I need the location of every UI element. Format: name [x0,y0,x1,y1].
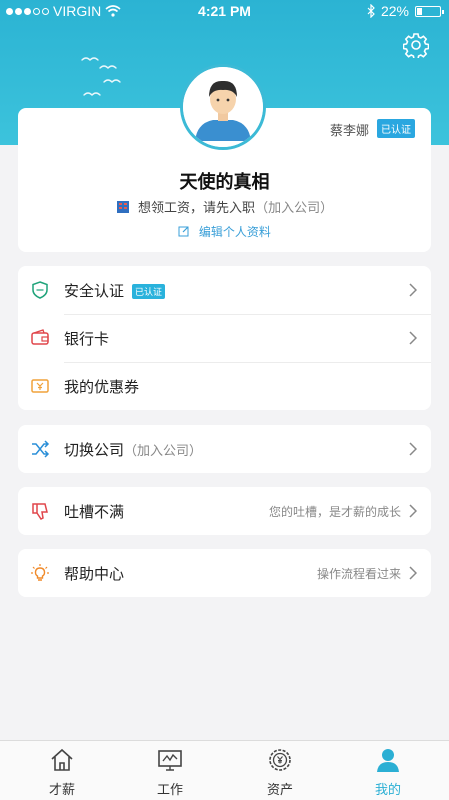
row-bank-card[interactable]: 银行卡 [18,314,431,362]
monitor-icon [158,750,182,771]
bank-card-label: 银行卡 [64,329,110,348]
tab-mine-label: 我的 [374,783,401,798]
thumbs-down-icon [32,503,48,520]
company-group: 切换公司（加入公司） [18,425,431,473]
tab-mine[interactable]: 我的 [332,741,444,800]
switch-company-label: 切换公司 [64,440,125,459]
tab-work-label: 工作 [156,783,183,798]
battery-icon [415,5,444,17]
feedback-group: 吐槽不满 您的吐槽，是才薪的成长 [18,487,431,535]
person-icon [377,749,399,772]
complaints-label: 吐槽不满 [64,502,125,521]
avatar-person-icon [183,67,263,147]
settings-gear-icon[interactable] [403,32,429,58]
building-icon [116,201,129,213]
switch-company-hint: （加入公司） [124,443,203,459]
bottom-tab-bar: 才薪 工作 资产 我的 [0,740,449,800]
tab-assets[interactable]: 资产 [224,741,336,800]
home-icon [51,748,73,771]
edit-profile-label: 编辑个人资料 [198,225,271,239]
edit-profile-button[interactable]: 编辑个人资料 [0,223,449,240]
row-security[interactable]: 安全认证 已认证 [18,266,431,314]
help-group: 帮助中心 操作流程看过来 [18,549,431,597]
chevron-right-icon [409,442,417,456]
shuffle-icon [32,440,50,458]
tab-work[interactable]: 工作 [114,741,226,800]
chevron-right-icon [409,283,417,297]
row-help-center[interactable]: 帮助中心 操作流程看过来 [18,549,431,597]
yuan-gear-icon [269,749,291,771]
coupon-icon [31,379,49,393]
shield-icon [32,281,48,299]
verified-badge: 已认证 [377,119,415,138]
help-center-subtitle: 操作流程看过来 [316,566,401,581]
account-group: 安全认证 已认证 银行卡 我的优惠券 [18,266,431,410]
lightbulb-icon [31,564,49,581]
chevron-right-icon [409,504,417,518]
nickname: 天使的真相 [179,172,270,193]
avatar[interactable] [180,64,266,150]
edit-icon [178,226,189,237]
bluetooth-icon [367,4,375,18]
real-name: 蔡李娜 [329,124,369,139]
status-bar: VIRGIN 4:21 PM 22% [0,0,449,24]
row-coupons[interactable]: 我的优惠券 [18,362,431,410]
chevron-right-icon [409,331,417,345]
tab-caixin-label: 才薪 [48,783,75,798]
battery-percent: 22% [380,3,409,19]
tab-assets-label: 资产 [266,783,293,798]
row-switch-company[interactable]: 切换公司（加入公司） [18,425,431,473]
wallet-icon [31,329,49,345]
coupons-label: 我的优惠券 [64,377,140,396]
security-verified-badge: 已认证 [132,283,166,299]
job-prompt: 想领工资，请先入职 [138,201,256,216]
job-status-line[interactable]: 想领工资，请先入职（加入公司） [0,197,449,216]
security-label: 安全认证 [64,281,125,300]
tab-caixin[interactable]: 才薪 [6,741,118,800]
complaints-subtitle: 您的吐槽，是才薪的成长 [268,504,401,519]
row-complaints[interactable]: 吐槽不满 您的吐槽，是才薪的成长 [18,487,431,535]
join-company-link[interactable]: （加入公司） [255,201,333,216]
chevron-right-icon [409,566,417,580]
help-center-label: 帮助中心 [64,564,125,583]
